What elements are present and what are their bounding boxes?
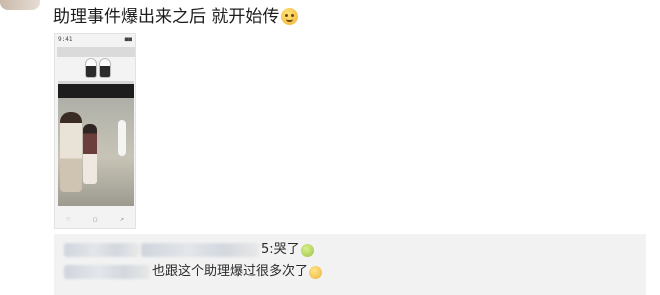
post-image-thumbnail[interactable]: 9:41 ■■ ♡ ▢ ↗ bbox=[54, 33, 136, 229]
phone-action-bar: ♡ ▢ ↗ bbox=[55, 214, 135, 226]
phone-stickers bbox=[85, 46, 115, 78]
blurred-username bbox=[64, 243, 139, 257]
sticker-figure bbox=[85, 58, 97, 78]
grin-face-icon bbox=[309, 265, 323, 279]
like-icon: ♡ bbox=[66, 217, 71, 223]
person-figure bbox=[60, 112, 82, 192]
phone-video-frame bbox=[58, 84, 134, 206]
blurred-text bbox=[141, 243, 259, 257]
user-avatar[interactable] bbox=[0, 0, 40, 10]
face-emoji-icon bbox=[281, 8, 299, 25]
post-text-content: 助理事件爆出来之后 就开始传 bbox=[53, 7, 280, 27]
phone-status-battery: ■■ bbox=[124, 36, 132, 43]
comment-text: 也跟这个助理爆过很多次了 bbox=[152, 264, 309, 279]
phone-status-bar: 9:41 ■■ bbox=[55, 34, 135, 44]
video-top-bar bbox=[58, 84, 134, 98]
comment-item[interactable]: 5:哭了 bbox=[64, 241, 314, 259]
blurred-username bbox=[64, 265, 150, 279]
person-figure bbox=[83, 124, 97, 184]
phone-status-time: 9:41 bbox=[58, 36, 73, 43]
crying-face-icon bbox=[300, 243, 314, 257]
comment-item[interactable]: 也跟这个助理爆过很多次了 bbox=[64, 263, 323, 281]
comment-text: 5:哭了 bbox=[261, 242, 300, 257]
comment-section: 5:哭了 也跟这个助理爆过很多次了 bbox=[54, 234, 646, 295]
background-person bbox=[118, 120, 126, 156]
comment-icon: ▢ bbox=[92, 217, 98, 223]
share-icon: ↗ bbox=[119, 217, 124, 223]
sticker-figure bbox=[99, 58, 111, 78]
post-text: 助理事件爆出来之后 就开始传 bbox=[53, 6, 299, 28]
